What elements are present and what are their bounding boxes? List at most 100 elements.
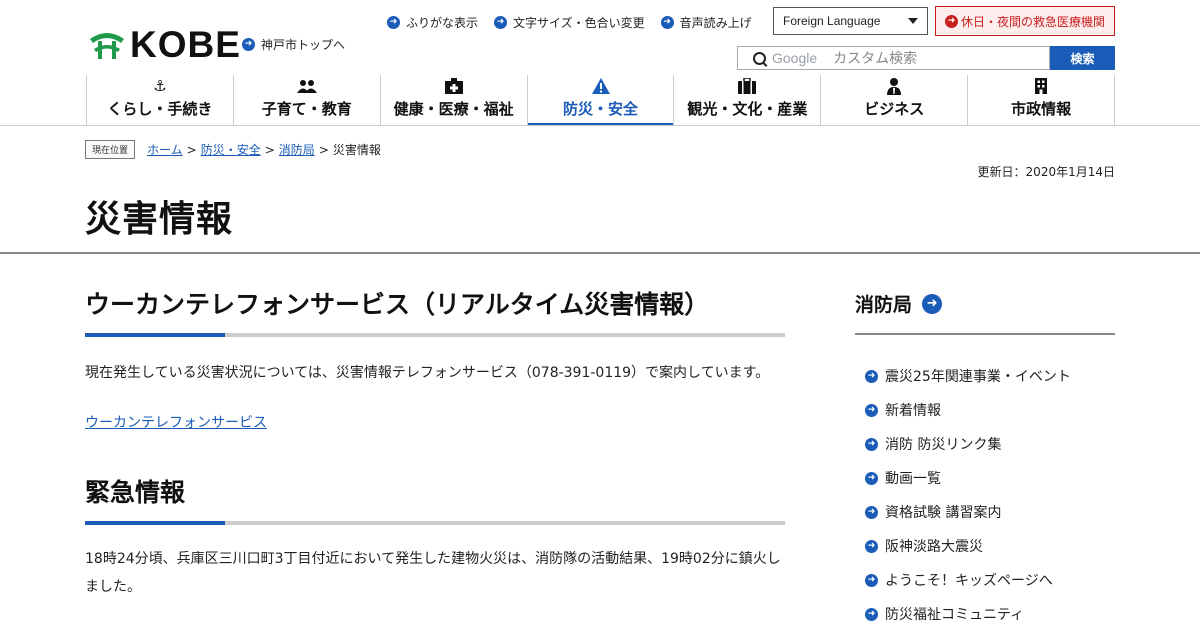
arrow-right-icon: ➜: [387, 16, 400, 29]
sidebar-item-label: 資格試験 講習案内: [885, 505, 1002, 521]
arrow-right-icon: ➜: [865, 505, 878, 519]
sidebar-item-videos[interactable]: ➜ 動画一覧: [865, 461, 1115, 495]
header-divider: [0, 125, 1200, 126]
text-size-color-link[interactable]: ➜ 文字サイズ・色合い変更: [494, 14, 645, 31]
sidebar-heading-link[interactable]: 消防局 ➜: [855, 290, 1115, 335]
updated-date: 更新日：2020年1月14日: [977, 165, 1115, 179]
sidebar-heading: 消防局: [855, 294, 913, 316]
breadcrumb-separator: >: [318, 142, 329, 157]
arrow-right-icon: ➜: [865, 437, 878, 451]
telephone-service-text: 現在発生している災害状況については、災害情報テレフォンサービス（078-391-…: [85, 365, 770, 381]
sidebar-item-label: 阪神淡路大震災: [885, 539, 983, 555]
sidebar-item-exams[interactable]: ➜ 資格試験 講習案内: [865, 495, 1115, 529]
kobe-logo[interactable]: KOBE: [88, 26, 241, 63]
nav-item-city-govt[interactable]: 市政情報: [967, 75, 1116, 125]
logo-text: KOBE: [130, 24, 241, 65]
search-icon: [753, 51, 766, 65]
warning-icon: [591, 77, 610, 95]
nav-label: 観光・文化・産業: [687, 100, 808, 118]
sidebar-item-label: 防災福祉コミュニティ: [885, 607, 1025, 623]
utility-nav: ➜ ふりがな表示 ➜ 文字サイズ・色合い変更 ➜ 音声読み上げ: [387, 14, 752, 31]
kobe-emblem-icon: [90, 32, 124, 59]
arrow-right-icon: ➜: [865, 539, 878, 553]
arrow-right-icon: ➜: [242, 38, 255, 51]
search-button[interactable]: 検索: [1050, 46, 1115, 70]
read-aloud-label: 音声読み上げ: [679, 16, 752, 30]
sidebar-item-links[interactable]: ➜ 消防 防災リンク集: [865, 427, 1115, 461]
nav-item-business[interactable]: ビジネス: [820, 75, 967, 125]
nav-label: くらし・手続き: [107, 100, 213, 118]
arrow-right-icon: ➜: [660, 16, 674, 29]
heading-underline: [85, 333, 785, 337]
breadcrumb-separator: >: [186, 142, 197, 157]
kobe-top-link[interactable]: ➜ 神戸市トップへ: [242, 36, 345, 53]
anchor-icon: ⚓: [153, 77, 167, 95]
nav-item-living[interactable]: ⚓ くらし・手続き: [86, 75, 233, 125]
building-icon: [1034, 77, 1048, 95]
sidebar-item-kids-page[interactable]: ➜ ようこそ！キッズページへ: [865, 563, 1115, 597]
nav-label: 市政情報: [1011, 100, 1072, 118]
arrow-right-icon: ➜: [944, 14, 958, 28]
furigana-label: ふりがな表示: [406, 16, 479, 30]
language-select-value: Foreign Language: [783, 14, 881, 28]
arrow-right-icon: ➜: [922, 293, 943, 314]
breadcrumb-safety[interactable]: 防災・安全: [201, 141, 261, 158]
global-nav: ⚓ くらし・手続き 子育て・教育 健康・医療・福祉 防災・安全 観光・文化・産業…: [86, 75, 1116, 126]
breadcrumb-home[interactable]: ホーム: [147, 141, 183, 158]
breadcrumb: 現在位置 ホーム > 防災・安全 > 消防局 > 災害情報: [85, 140, 381, 159]
nav-label: 健康・医療・福祉: [393, 100, 514, 118]
foreign-language-select[interactable]: Foreign Language: [773, 7, 928, 35]
sidebar-item-hanshin-earthquake[interactable]: ➜ 阪神淡路大震災: [865, 529, 1115, 563]
arrow-right-icon: ➜: [865, 369, 878, 383]
nav-item-childcare[interactable]: 子育て・教育: [232, 75, 380, 125]
sidebar-list: ➜ 震災25年関連事業・イベント ➜ 新着情報 ➜ 消防 防災リンク集 ➜ 動画一覧 ➜…: [855, 335, 1115, 631]
suitcase-icon: [738, 77, 757, 95]
nav-item-tourism[interactable]: 観光・文化・産業: [673, 75, 820, 125]
sidebar-item-label: ようこそ！キッズページへ: [885, 573, 1053, 589]
person-icon: [887, 77, 902, 95]
nav-label: 子育て・教育: [261, 100, 352, 118]
emergency-medical-label: 休日・夜間の救急医療機関: [960, 14, 1105, 29]
google-brand: Google: [772, 50, 818, 66]
sidebar-item-label: 動画一覧: [885, 471, 941, 487]
read-aloud-link[interactable]: ➜ 音声読み上げ: [660, 14, 752, 31]
breadcrumb-separator: >: [264, 142, 275, 157]
page-title: 災害情報: [85, 199, 234, 240]
section-heading-telephone-service: ウーカンテレフォンサービス（リアルタイム災害情報）: [85, 290, 710, 319]
sidebar-item-label: 震災25年関連事業・イベント: [885, 369, 1071, 385]
sidebar: 消防局 ➜ ➜ 震災25年関連事業・イベント ➜ 新着情報 ➜ 消防 防災リンク集 ➜…: [855, 290, 1115, 631]
title-divider: [0, 252, 1200, 254]
breadcrumb-label: 現在位置: [85, 140, 136, 159]
nav-item-safety[interactable]: 防災・安全: [526, 75, 674, 126]
arrow-right-icon: ➜: [865, 471, 878, 485]
breadcrumb-current: 災害情報: [332, 143, 381, 157]
emergency-medical-button[interactable]: ➜ 休日・夜間の救急医療機関: [935, 6, 1115, 36]
search-input[interactable]: Google カスタム検索: [737, 46, 1050, 70]
people-icon: [296, 77, 317, 95]
emergency-info-text: 18時24分頃、兵庫区三川口町3丁目付近において発生した建物火災は、消防隊の活動…: [85, 551, 781, 595]
sidebar-item-earthquake-25[interactable]: ➜ 震災25年関連事業・イベント: [865, 359, 1115, 393]
arrow-right-icon: ➜: [865, 403, 878, 417]
furigana-toggle[interactable]: ➜ ふりがな表示: [387, 14, 478, 31]
breadcrumb-fire-dept[interactable]: 消防局: [279, 141, 315, 158]
kobe-top-link-label: 神戸市トップへ: [261, 38, 346, 52]
section-heading-emergency: 緊急情報: [85, 478, 186, 507]
nav-label: 防災・安全: [563, 100, 639, 118]
site-search: Google カスタム検索 検索: [737, 46, 1115, 70]
arrow-right-icon: ➜: [865, 607, 878, 621]
search-placeholder: カスタム検索: [833, 51, 918, 67]
sidebar-item-community[interactable]: ➜ 防災福祉コミュニティ: [865, 597, 1115, 631]
caret-down-icon: [908, 18, 918, 24]
heading-underline: [85, 521, 785, 525]
nav-item-health[interactable]: 健康・医療・福祉: [379, 75, 527, 125]
hospital-icon: [444, 77, 463, 95]
main-content: ウーカンテレフォンサービス（リアルタイム災害情報） 現在発生している災害状況につ…: [85, 285, 785, 601]
arrow-right-icon: ➜: [865, 573, 878, 587]
sidebar-item-label: 消防 防災リンク集: [885, 437, 1002, 453]
sidebar-item-news[interactable]: ➜ 新着情報: [865, 393, 1115, 427]
telephone-service-link[interactable]: ウーカンテレフォンサービス: [85, 415, 267, 431]
nav-label: ビジネス: [864, 100, 925, 118]
sidebar-item-label: 新着情報: [885, 403, 941, 419]
text-size-label: 文字サイズ・色合い変更: [513, 16, 645, 30]
arrow-right-icon: ➜: [494, 16, 508, 29]
